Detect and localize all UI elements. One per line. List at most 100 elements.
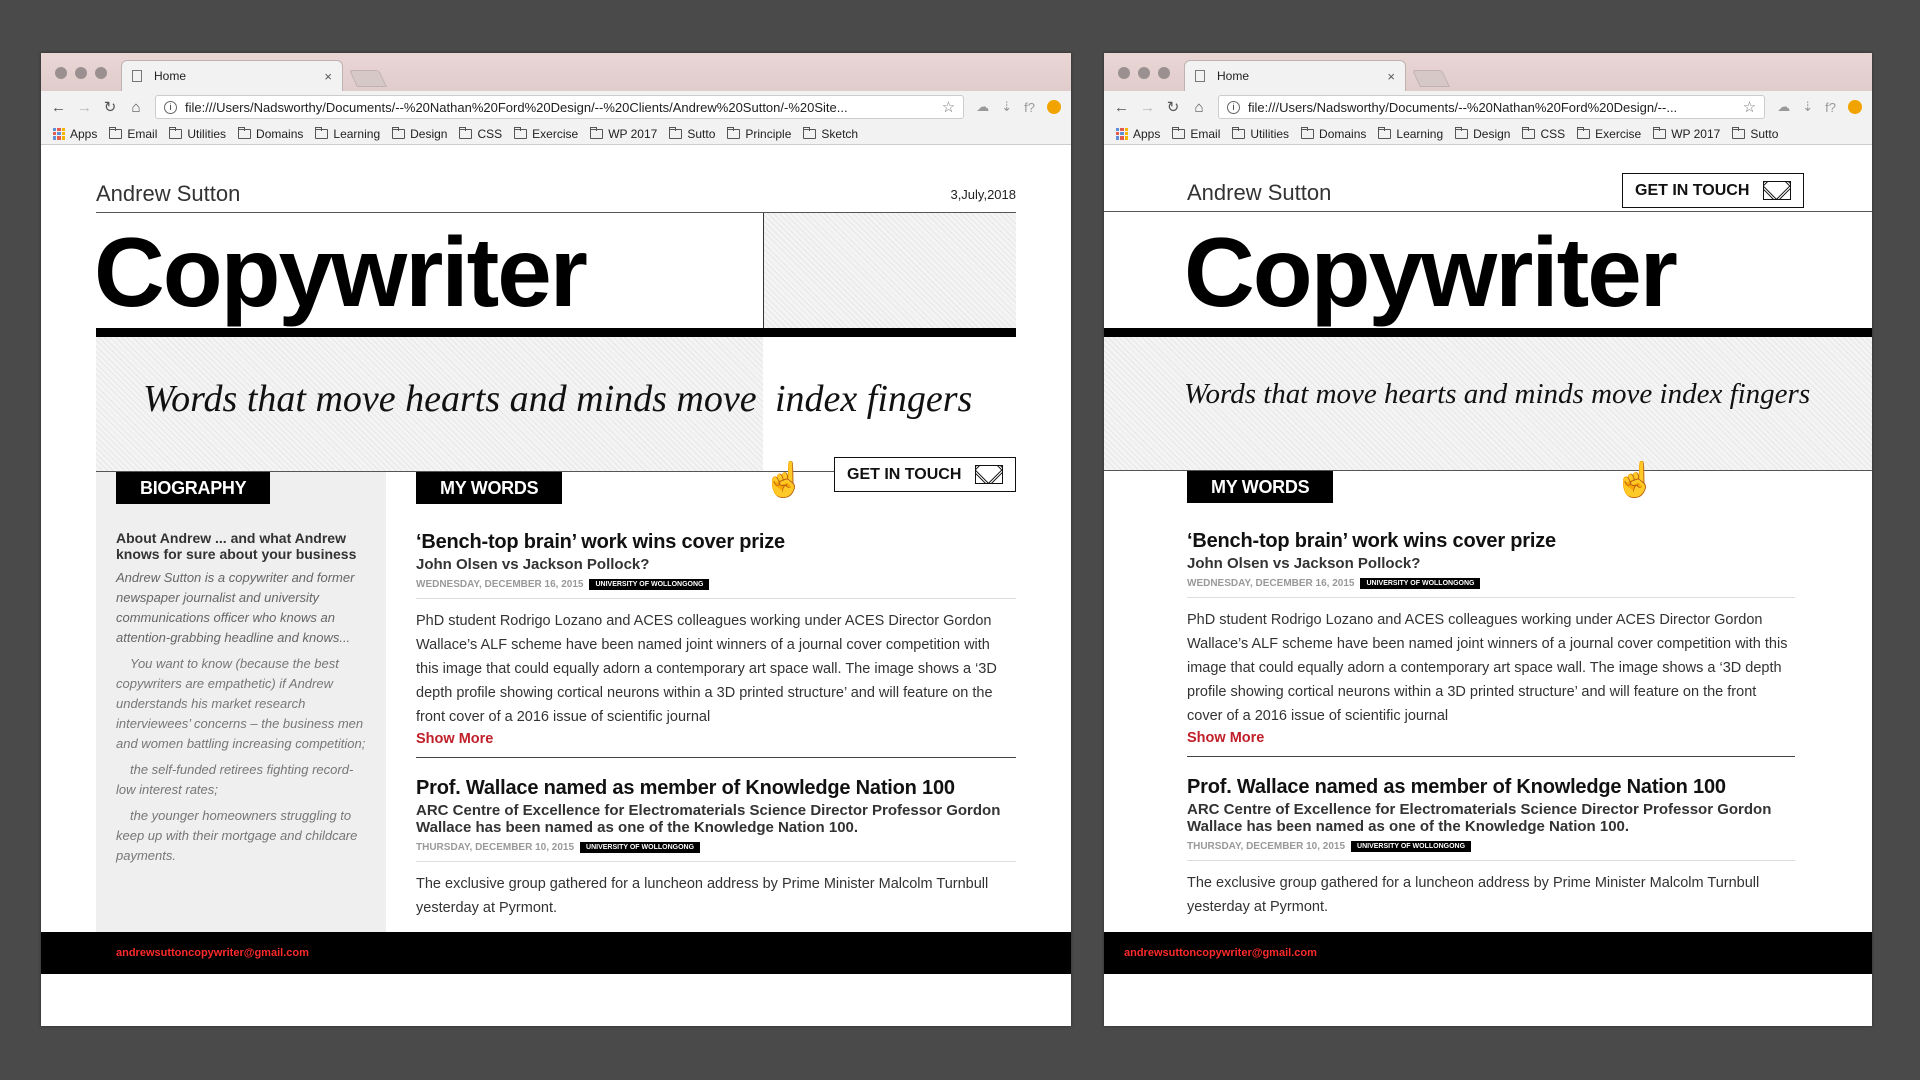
article-meta: THURSDAY, DECEMBER 10, 2015 UNIVERSITY O… bbox=[1187, 841, 1795, 861]
bookmark-folder[interactable]: Learning bbox=[315, 126, 380, 141]
bookmark-folder[interactable]: Email bbox=[1172, 126, 1220, 141]
folder-icon bbox=[1301, 126, 1315, 139]
window-controls[interactable] bbox=[1118, 67, 1170, 79]
minimize-light[interactable] bbox=[75, 67, 87, 79]
browser-tab[interactable]: Home × bbox=[1184, 60, 1406, 91]
site-name: Andrew Sutton bbox=[1187, 180, 1332, 205]
zoom-light[interactable] bbox=[1158, 67, 1170, 79]
envelope-icon bbox=[1763, 181, 1791, 200]
get-in-touch-button[interactable]: GET IN TOUCH bbox=[834, 457, 1016, 492]
reload-icon[interactable]: ↻ bbox=[1166, 98, 1180, 116]
home-icon[interactable]: ⌂ bbox=[1192, 99, 1206, 116]
folder-icon bbox=[1653, 126, 1667, 139]
browser-toolbar: ← → ↻ ⌂ i file:///Users/Nadsworthy/Docum… bbox=[41, 91, 1071, 123]
address-bar[interactable]: i file:///Users/Nadsworthy/Documents/--%… bbox=[1218, 95, 1766, 119]
bookmark-folder[interactable]: Domains bbox=[1301, 126, 1366, 141]
back-icon[interactable]: ← bbox=[1114, 99, 1129, 116]
bookmark-folder[interactable]: Learning bbox=[1378, 126, 1443, 141]
bookmark-star-icon[interactable]: ☆ bbox=[1743, 98, 1756, 116]
bookmark-label: Domains bbox=[256, 126, 304, 141]
web-page: Andrew Sutton GET IN TOUCH Copywriter Wo… bbox=[1104, 145, 1872, 974]
get-in-touch-label: GET IN TOUCH bbox=[1635, 181, 1750, 199]
bookmark-folder[interactable]: WP 2017 bbox=[590, 126, 657, 141]
source-badge: UNIVERSITY OF WOLLONGONG bbox=[1351, 841, 1472, 852]
article-meta: WEDNESDAY, DECEMBER 16, 2015 UNIVERSITY … bbox=[416, 579, 1016, 599]
cloud-extension-icon[interactable]: ☁ bbox=[1777, 99, 1790, 115]
address-bar[interactable]: i file:///Users/Nadsworthy/Documents/--%… bbox=[155, 95, 965, 119]
article-title[interactable]: Prof. Wallace named as member of Knowled… bbox=[1187, 775, 1795, 799]
back-icon[interactable]: ← bbox=[51, 99, 66, 116]
page-icon bbox=[1195, 70, 1205, 82]
info-icon[interactable]: i bbox=[1227, 100, 1240, 114]
footer-email-link[interactable]: andrewsuttoncopywriter@gmail.com bbox=[116, 947, 309, 959]
bookmark-star-icon[interactable]: ☆ bbox=[942, 98, 955, 116]
download-extension-icon[interactable]: ⇣ bbox=[1001, 99, 1012, 115]
bookmark-folder[interactable]: Utilities bbox=[169, 126, 226, 141]
close-light[interactable] bbox=[1118, 67, 1130, 79]
formula-extension-icon[interactable]: f? bbox=[1825, 100, 1836, 115]
browser-toolbar: ← → ↻ ⌂ i file:///Users/Nadsworthy/Docum… bbox=[1104, 91, 1872, 123]
tab-close-icon[interactable]: × bbox=[324, 69, 332, 84]
browser-tab[interactable]: Home × bbox=[121, 60, 343, 91]
bookmark-label: Apps bbox=[70, 126, 98, 141]
formula-extension-icon[interactable]: f? bbox=[1024, 100, 1035, 115]
zoom-light[interactable] bbox=[95, 67, 107, 79]
bookmark-folder[interactable]: Sketch bbox=[803, 126, 858, 141]
tab-bar: Home × bbox=[41, 53, 1071, 91]
bookmark-apps[interactable]: Apps bbox=[53, 127, 97, 141]
bookmark-folder[interactable]: Sutto bbox=[669, 126, 716, 141]
tab-close-icon[interactable]: × bbox=[1387, 69, 1395, 84]
source-badge: UNIVERSITY OF WOLLONGONG bbox=[580, 842, 701, 853]
new-tab-button[interactable] bbox=[1412, 70, 1450, 87]
forward-icon[interactable]: → bbox=[77, 99, 92, 116]
cloud-extension-icon[interactable]: ☁ bbox=[976, 99, 989, 115]
header-rule bbox=[1104, 211, 1872, 212]
bookmark-folder[interactable]: CSS bbox=[1522, 126, 1566, 141]
bookmark-folder[interactable]: Exercise bbox=[514, 126, 578, 141]
article-title[interactable]: ‘Bench-top brain’ work wins cover prize bbox=[1187, 529, 1795, 553]
bookmark-folder[interactable]: WP 2017 bbox=[1653, 126, 1721, 141]
bookmark-label: WP 2017 bbox=[1671, 126, 1721, 141]
bookmark-folder[interactable]: Principle bbox=[727, 126, 791, 141]
article-meta: THURSDAY, DECEMBER 10, 2015 UNIVERSITY O… bbox=[416, 842, 1016, 862]
new-tab-button[interactable] bbox=[349, 70, 387, 87]
bookmark-folder[interactable]: Utilities bbox=[1232, 126, 1289, 141]
site-name: Andrew Sutton bbox=[96, 181, 241, 206]
orange-extension-icon[interactable] bbox=[1047, 100, 1061, 114]
bookmark-folder[interactable]: Domains bbox=[238, 126, 304, 141]
bookmark-apps[interactable]: Apps bbox=[1116, 127, 1160, 141]
orange-extension-icon[interactable] bbox=[1848, 100, 1862, 114]
bio-intro: Andrew Sutton is a copywriter and former… bbox=[116, 570, 355, 645]
bookmark-folder[interactable]: CSS bbox=[459, 126, 502, 141]
close-light[interactable] bbox=[55, 67, 67, 79]
hatched-panel bbox=[763, 213, 1016, 328]
reload-icon[interactable]: ↻ bbox=[103, 98, 117, 116]
bookmark-label: Design bbox=[410, 126, 448, 141]
get-in-touch-button[interactable]: GET IN TOUCH bbox=[1622, 173, 1804, 208]
footer-email-link[interactable]: andrewsuttoncopywriter@gmail.com bbox=[1124, 947, 1317, 959]
show-more-link[interactable]: Show More bbox=[1187, 730, 1795, 746]
bookmark-folder[interactable]: Email bbox=[109, 126, 157, 141]
show-more-link[interactable]: Show More bbox=[416, 731, 1016, 747]
home-icon[interactable]: ⌂ bbox=[129, 99, 143, 116]
title-rule bbox=[96, 328, 1016, 337]
article-title[interactable]: ‘Bench-top brain’ work wins cover prize bbox=[416, 530, 1016, 554]
download-extension-icon[interactable]: ⇣ bbox=[1802, 99, 1813, 115]
bookmark-folder[interactable]: Exercise bbox=[1577, 126, 1641, 141]
bookmark-label: CSS bbox=[1540, 126, 1566, 141]
bookmark-label: Sutto bbox=[1750, 126, 1779, 141]
bookmark-folder[interactable]: Sutto bbox=[1732, 126, 1779, 141]
bookmark-folder[interactable]: Design bbox=[392, 126, 448, 141]
page-title: Copywriter bbox=[1184, 217, 1678, 327]
window-controls[interactable] bbox=[55, 67, 107, 79]
bookmark-label: Sutto bbox=[687, 126, 716, 141]
browser-window-left: Home × ← → ↻ ⌂ i file:///Users/Nadsworth… bbox=[41, 53, 1071, 1026]
site-date: 3,July,2018 bbox=[950, 187, 1016, 202]
forward-icon[interactable]: → bbox=[1140, 99, 1155, 116]
apps-grid-icon bbox=[53, 127, 65, 140]
minimize-light[interactable] bbox=[1138, 67, 1150, 79]
info-icon[interactable]: i bbox=[164, 100, 177, 114]
article-title[interactable]: Prof. Wallace named as member of Knowled… bbox=[416, 776, 1016, 800]
tab-bar: Home × bbox=[1104, 53, 1872, 91]
bookmark-folder[interactable]: Design bbox=[1455, 126, 1510, 141]
